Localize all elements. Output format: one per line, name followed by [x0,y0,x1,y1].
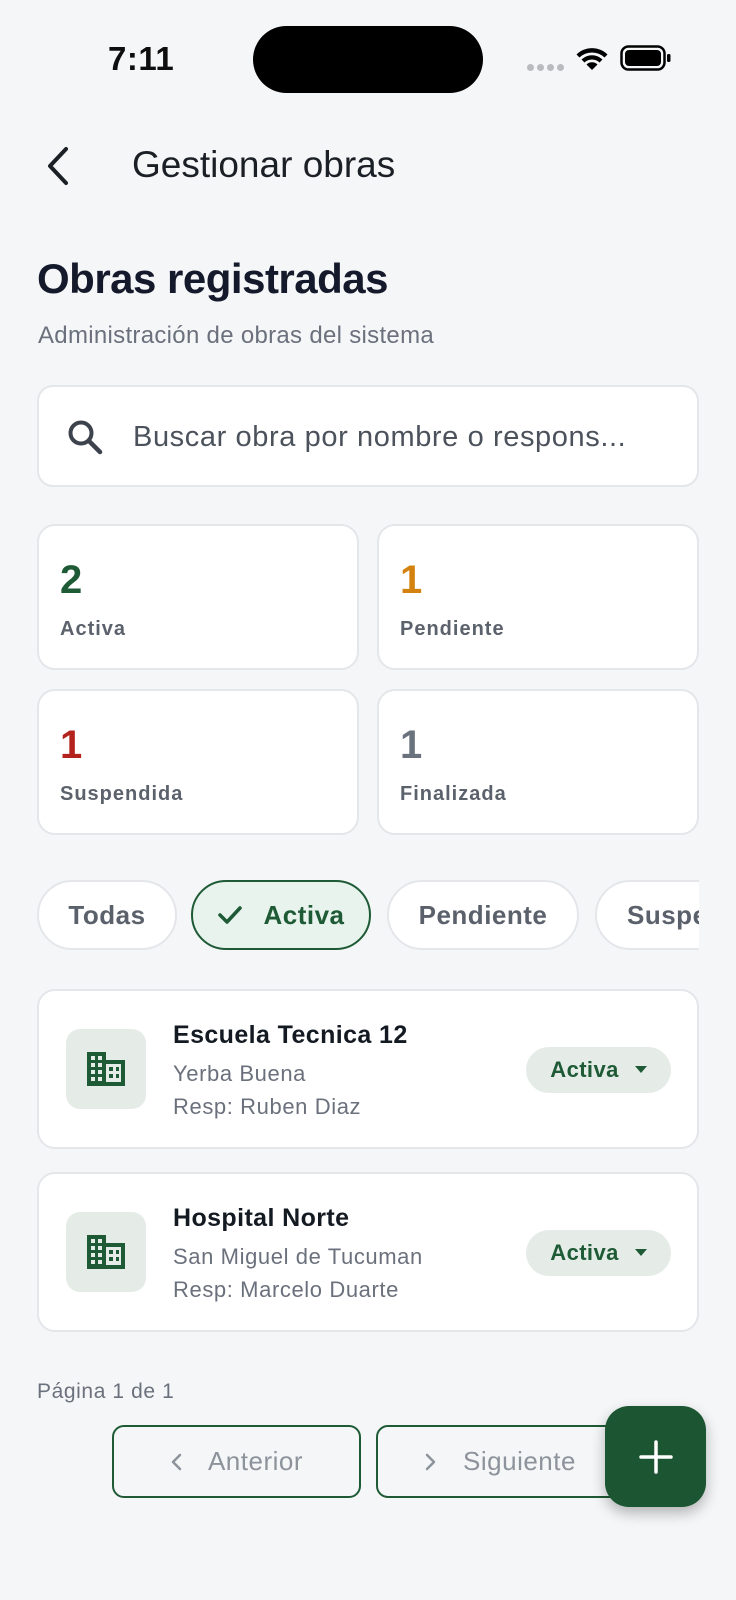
chevron-left-icon [48,147,68,185]
obra-location: San Miguel de Tucuman [173,1244,423,1269]
filter-chips: Todas Activa Pendiente Suspendida [37,880,699,952]
obra-responsible: Resp: Ruben Diaz [173,1094,362,1119]
filter-chip-todas[interactable]: Todas [37,880,177,950]
next-page-label: Siguiente [463,1446,576,1476]
top-app-bar: Gestionar obras [0,130,736,202]
cellular-signal-icon [527,64,564,71]
obra-icon-container [66,1212,146,1292]
obra-list-item[interactable]: Escuela Tecnica 12 Yerba Buena Resp: Rub… [37,989,699,1149]
stat-value: 1 [400,558,423,602]
building-icon [87,1052,125,1086]
stat-value: 1 [60,723,83,767]
building-icon [87,1235,125,1269]
stat-label: Finalizada [400,783,507,805]
status-dropdown[interactable]: Activa [526,1230,671,1276]
filter-chip-suspendida[interactable]: Suspendida [595,880,699,950]
previous-page-label: Anterior [207,1446,304,1476]
obra-list-item[interactable]: Hospital Norte San Miguel de Tucuman Res… [37,1172,699,1332]
filter-chip-pendiente[interactable]: Pendiente [387,880,579,950]
chevron-left-icon [171,1453,182,1470]
page-title: Obras registradas [37,255,389,302]
caret-down-icon [634,1066,647,1073]
plus-icon [638,1439,673,1474]
back-button[interactable] [30,138,86,194]
previous-page-button[interactable]: Anterior [112,1425,361,1498]
search-box[interactable] [37,385,699,487]
search-input[interactable] [133,413,673,461]
obra-location: Yerba Buena [173,1061,307,1086]
chip-label: Todas [68,899,146,930]
dynamic-island [253,26,483,93]
chip-label: Suspendida [627,899,699,930]
page-subtitle: Administración de obras del sistema [38,322,435,349]
battery-icon [620,45,671,71]
stat-card-pendiente[interactable]: 1 Pendiente [377,524,699,670]
obra-responsible: Resp: Marcelo Duarte [173,1277,399,1302]
chip-label: Activa [263,899,345,930]
chip-label: Pendiente [418,899,548,930]
caret-down-icon [634,1249,647,1256]
stat-card-suspendida[interactable]: 1 Suspendida [37,689,359,835]
chevron-right-icon [425,1453,436,1470]
filter-chip-activa[interactable]: Activa [191,880,371,950]
search-icon [68,420,103,455]
stat-value: 1 [400,723,423,767]
page-info: Página 1 de 1 [37,1380,175,1403]
status-label: Activa [550,1057,619,1082]
status-time: 7:11 [108,40,175,77]
obra-name: Hospital Norte [173,1204,350,1232]
status-bar: 7:11 [0,0,736,120]
obra-name: Escuela Tecnica 12 [173,1021,408,1049]
obra-icon-container [66,1029,146,1109]
wifi-icon [576,48,608,70]
status-label: Activa [550,1240,619,1265]
stat-card-activa[interactable]: 2 Activa [37,524,359,670]
check-icon [218,906,243,924]
stat-label: Activa [60,618,127,640]
next-page-button[interactable]: Siguiente [376,1425,625,1498]
stat-label: Suspendida [60,783,184,805]
stat-label: Pendiente [400,618,505,640]
stat-value: 2 [60,558,83,602]
stat-card-finalizada[interactable]: 1 Finalizada [377,689,699,835]
status-dropdown[interactable]: Activa [526,1047,671,1093]
app-bar-title: Gestionar obras [132,144,396,185]
add-obra-button[interactable] [605,1406,706,1507]
